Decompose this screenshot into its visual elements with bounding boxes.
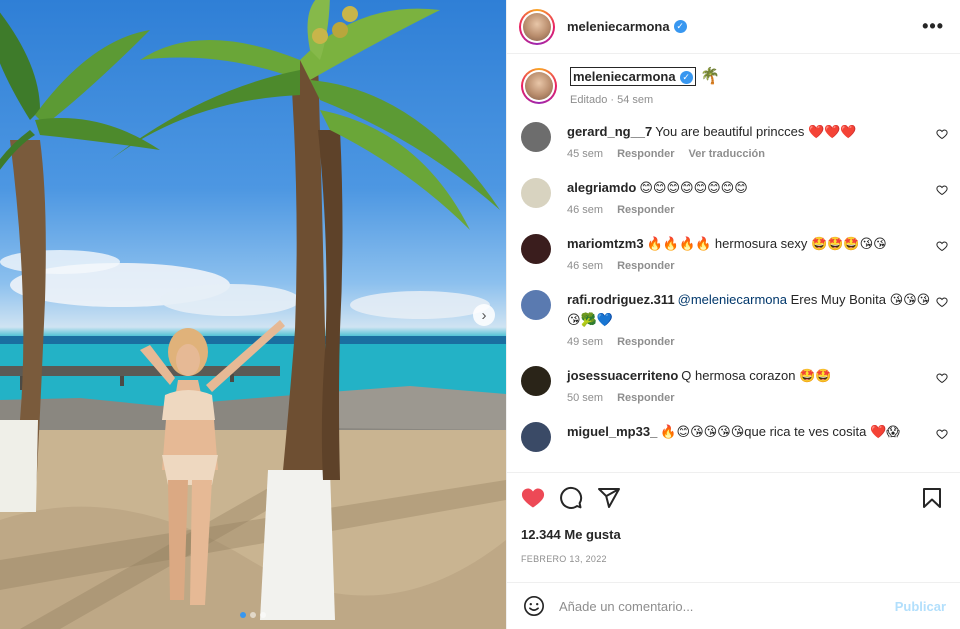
commenter-username[interactable]: miguel_mp33_ bbox=[567, 424, 657, 439]
like-comment-heart-icon[interactable] bbox=[936, 240, 948, 252]
commenter-username[interactable]: rafi.rodriguez.311 bbox=[567, 292, 675, 307]
instagram-post: › meleniecarmona ✓ ••• meleniecarmona ✓ 🌴 bbox=[0, 0, 960, 629]
comment-time: 50 sem bbox=[567, 392, 604, 405]
carousel-indicator bbox=[240, 612, 266, 618]
commenter-avatar[interactable] bbox=[521, 234, 551, 265]
like-comment-heart-icon[interactable] bbox=[936, 296, 948, 308]
commenter-avatar[interactable] bbox=[521, 290, 551, 321]
commenter-username[interactable]: gerard_ng__7 bbox=[567, 124, 652, 139]
comment-item: alegriamdo 😊😊😊😊😊😊😊😊 46 sem Responder bbox=[521, 178, 950, 216]
add-comment-bar: Publicar bbox=[507, 582, 960, 629]
comment-time: 45 sem bbox=[567, 148, 604, 161]
more-options-button[interactable]: ••• bbox=[922, 16, 944, 37]
verified-badge-icon: ✓ bbox=[673, 20, 687, 33]
comments-list[interactable]: meleniecarmona ✓ 🌴 Editado · 54 sem gerar… bbox=[507, 54, 960, 472]
like-comment-heart-icon[interactable] bbox=[936, 184, 948, 196]
like-comment-heart-icon[interactable] bbox=[936, 372, 948, 384]
comment-text: You are beautiful princces ❤️❤️❤️ bbox=[655, 124, 857, 140]
post-actions: 12.344 Me gusta FEBRERO 13, 2022 bbox=[507, 472, 960, 582]
comment-item: miguel_mp33_ 🔥😊😘😘😘😘que rica te ves cosita… bbox=[521, 422, 950, 453]
post-side-panel: meleniecarmona ✓ ••• meleniecarmona ✓ 🌴 E… bbox=[506, 0, 960, 629]
likes-count[interactable]: 12.344 Me gusta bbox=[521, 527, 944, 542]
caption-author-username[interactable]: meleniecarmona ✓ bbox=[570, 67, 696, 87]
comment-time: 46 sem bbox=[567, 204, 604, 217]
carousel-dot bbox=[240, 612, 246, 618]
comment-icon[interactable] bbox=[559, 486, 583, 510]
like-comment-heart-icon[interactable] bbox=[936, 128, 948, 140]
comment-input[interactable] bbox=[559, 598, 895, 614]
commenter-avatar[interactable] bbox=[521, 422, 551, 453]
reply-button[interactable]: Responder bbox=[617, 204, 674, 216]
carousel-next-button[interactable]: › bbox=[473, 304, 495, 326]
comment-text: 😊😊😊😊😊😊😊😊 bbox=[639, 180, 748, 196]
comment-item: gerard_ng__7 You are beautiful princces ❤… bbox=[521, 122, 950, 160]
reply-button[interactable]: Responder bbox=[617, 336, 674, 348]
reply-button[interactable]: Responder bbox=[617, 392, 674, 404]
commenter-avatar[interactable] bbox=[521, 366, 551, 397]
commenter-avatar[interactable] bbox=[521, 178, 551, 209]
author-avatar[interactable] bbox=[519, 8, 555, 45]
translate-button[interactable]: Ver traducción bbox=[689, 148, 765, 160]
comment-item: mariomtzm3 🔥🔥🔥🔥 hermosura sexy 🤩🤩🤩😘😘 46 s… bbox=[521, 234, 950, 272]
emoji-icon[interactable] bbox=[523, 595, 545, 617]
comment-text: 🔥🔥🔥🔥 hermosura sexy 🤩🤩🤩😘😘 bbox=[646, 236, 887, 252]
share-icon[interactable] bbox=[597, 486, 621, 510]
post-date: FEBRERO 13, 2022 bbox=[521, 554, 607, 564]
beach-photo-illustration bbox=[0, 0, 506, 629]
commenter-avatar[interactable] bbox=[521, 122, 551, 153]
post-header: meleniecarmona ✓ ••• bbox=[507, 0, 960, 54]
carousel-dot bbox=[250, 612, 256, 618]
comment-time: 49 sem bbox=[567, 336, 604, 349]
like-heart-icon[interactable] bbox=[521, 486, 545, 510]
like-comment-heart-icon[interactable] bbox=[936, 428, 948, 440]
verified-badge-icon: ✓ bbox=[679, 71, 693, 85]
comment-time: 46 sem bbox=[567, 260, 604, 273]
comment-item: josessuacerriteno Q hermosa corazon 🤩🤩 50… bbox=[521, 366, 950, 404]
caption-text: 🌴 bbox=[700, 68, 720, 85]
commenter-username[interactable]: mariomtzm3 bbox=[567, 236, 644, 251]
publish-button[interactable]: Publicar bbox=[895, 599, 946, 614]
caption-author-avatar[interactable] bbox=[521, 68, 557, 104]
caption-meta: Editado · 54 sem bbox=[570, 94, 654, 107]
author-username[interactable]: meleniecarmona bbox=[567, 19, 670, 34]
comment-text: 🔥😊😘😘😘😘que rica te ves cosita ❤️😱 bbox=[660, 424, 900, 440]
caption: meleniecarmona ✓ 🌴 Editado · 54 sem bbox=[521, 66, 950, 106]
carousel-dot bbox=[260, 612, 266, 618]
comment-mention[interactable]: @meleniecarmona bbox=[678, 292, 787, 307]
comment-text: Q hermosa corazon 🤩🤩 bbox=[681, 368, 832, 384]
post-photo[interactable]: › bbox=[0, 0, 506, 629]
commenter-username[interactable]: alegriamdo bbox=[567, 180, 636, 195]
commenter-username[interactable]: josessuacerriteno bbox=[567, 368, 678, 383]
comment-item: rafi.rodriguez.311 @meleniecarmona Eres M… bbox=[521, 290, 950, 348]
bookmark-icon[interactable] bbox=[920, 486, 944, 510]
reply-button[interactable]: Responder bbox=[617, 260, 674, 272]
reply-button[interactable]: Responder bbox=[617, 148, 674, 160]
